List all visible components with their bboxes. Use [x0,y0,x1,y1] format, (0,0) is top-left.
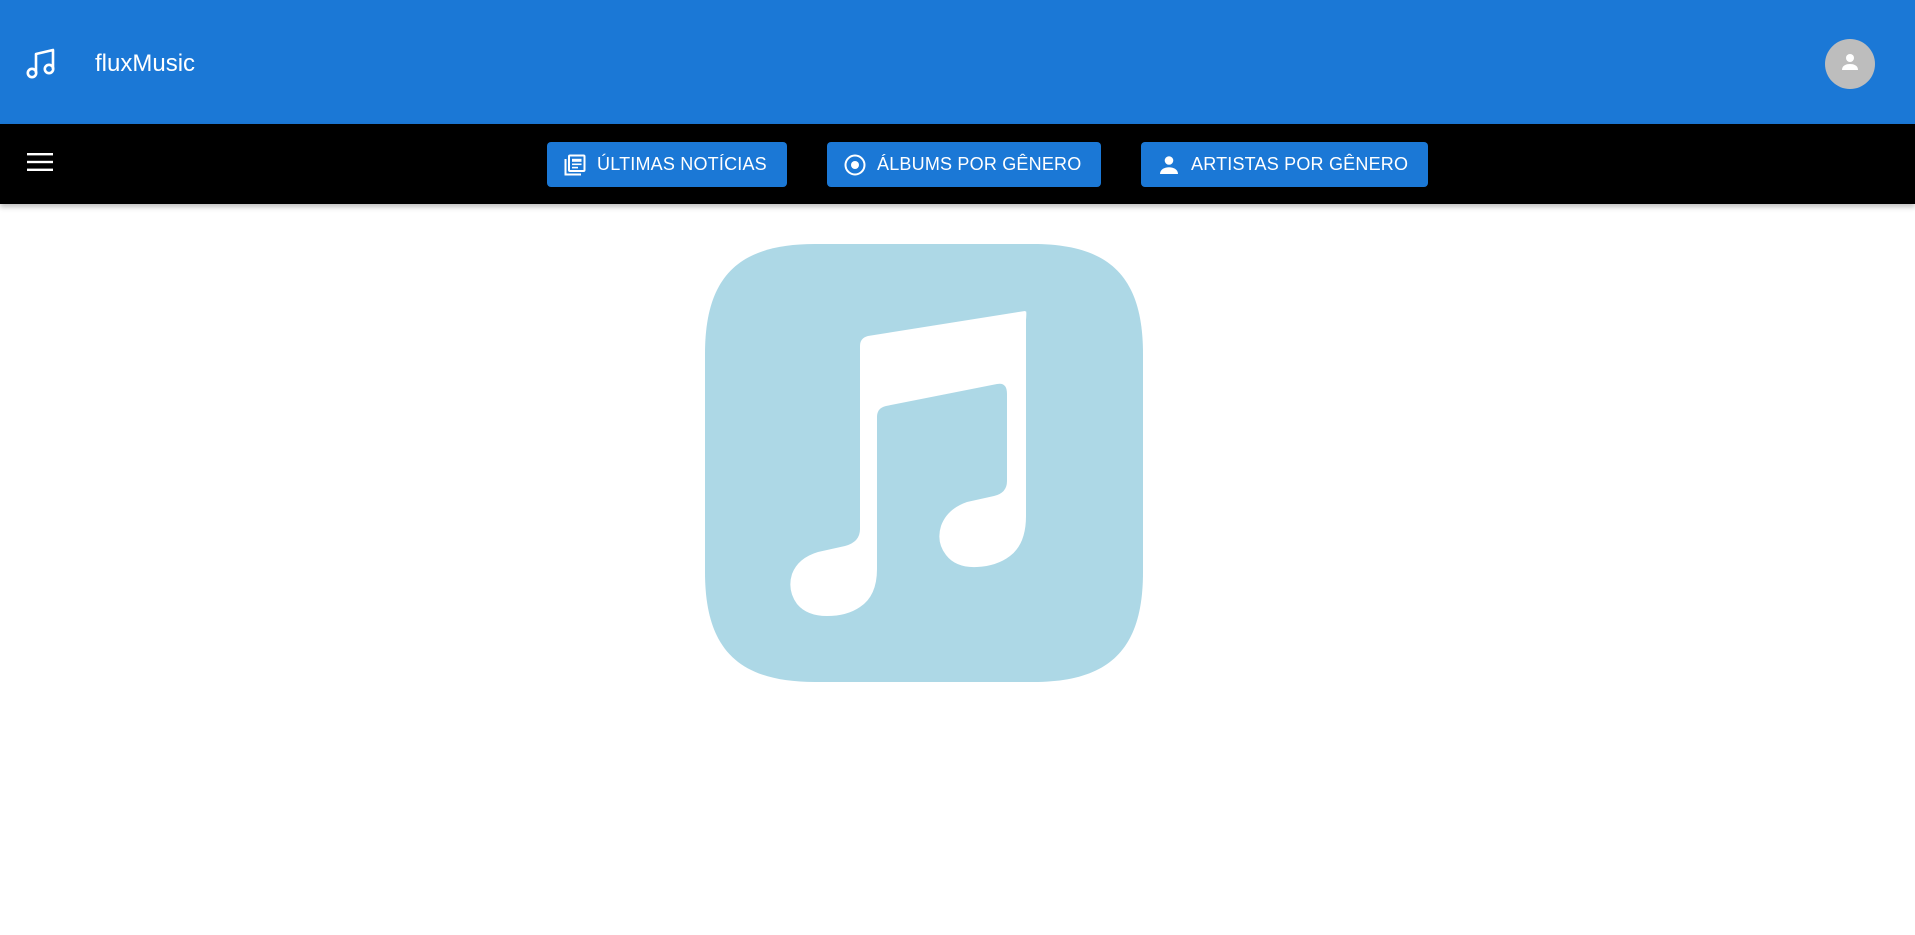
menu-button[interactable] [22,151,58,177]
albums-by-genre-label: ÁLBUMS POR GÊNERO [877,154,1082,174]
navigation-bar: ÚLTIMAS NOTÍCIAS ÁLBUMS POR GÊNERO ARTIS… [0,124,1915,204]
app-title: fluxMusic [95,50,196,77]
artists-by-genre-label: ARTISTAS POR GÊNERO [1191,154,1409,174]
albums-by-genre-button[interactable]: ÁLBUMS POR GÊNERO [827,142,1101,187]
artists-by-genre-button[interactable]: ARTISTAS POR GÊNERO [1141,142,1428,187]
hamburger-menu-icon [27,152,53,177]
latest-news-button[interactable]: ÚLTIMAS NOTÍCIAS [547,142,787,187]
app-header: fluxMusic [0,0,1915,124]
music-app-icon [705,244,1143,682]
newspaper-icon [563,153,587,177]
album-disc-icon [843,153,867,177]
music-note-icon [25,46,59,80]
person-icon [1157,153,1181,177]
latest-news-label: ÚLTIMAS NOTÍCIAS [597,154,767,174]
user-avatar-button[interactable] [1825,39,1875,89]
account-icon [1838,50,1862,79]
